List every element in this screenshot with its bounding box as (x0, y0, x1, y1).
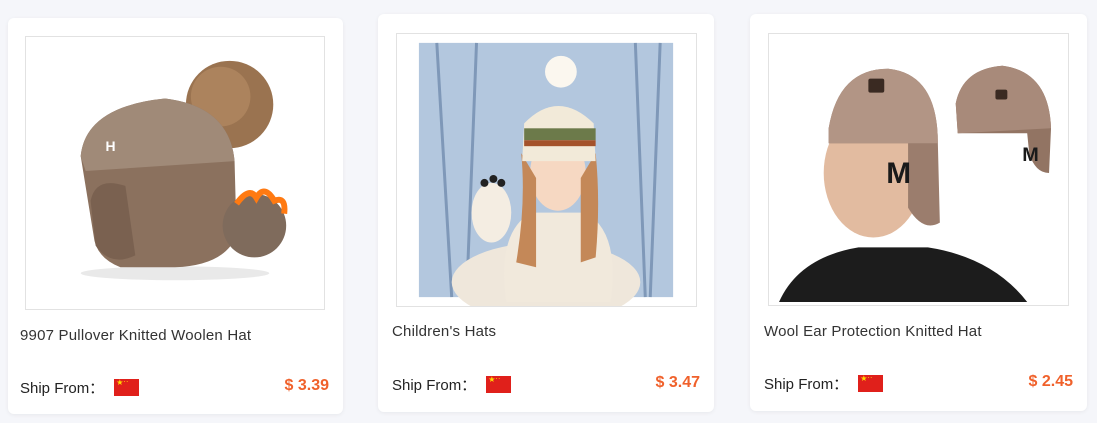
ear-protection-hat-image: M M (779, 65, 1052, 303)
ship-from: Ship From： (20, 377, 140, 398)
product-title[interactable]: Wool Ear Protection Knitted Hat (764, 323, 982, 340)
product-image[interactable]: H (25, 36, 325, 310)
ship-from-label: Ship From： (764, 376, 849, 393)
svg-text:M: M (1022, 144, 1039, 166)
china-flag-icon (114, 377, 140, 396)
svg-text:M: M (886, 157, 911, 190)
product-card[interactable]: H 9907 Pullover Knitted Woolen Hat Ship … (8, 18, 343, 414)
ship-from-label: Ship From： (392, 377, 477, 394)
child-winter-hat-image (418, 42, 674, 306)
china-flag-icon (858, 373, 884, 392)
product-card[interactable]: M M Wool Ear Protection Knitted Hat Ship… (750, 14, 1087, 411)
pompom-knit-hat-image: H (80, 60, 288, 281)
product-image[interactable]: M M (768, 33, 1069, 306)
ship-from: Ship From： (764, 373, 884, 394)
product-title[interactable]: Children's Hats (392, 323, 496, 340)
product-price: $ 2.45 (1028, 373, 1073, 390)
product-title[interactable]: 9907 Pullover Knitted Woolen Hat (20, 327, 251, 344)
product-image[interactable] (396, 33, 697, 307)
china-flag-icon (486, 374, 512, 393)
ship-from-label: Ship From： (20, 380, 105, 397)
ship-from: Ship From： (392, 374, 512, 395)
svg-text:H: H (106, 138, 116, 154)
product-card[interactable]: Children's Hats Ship From： $ 3.47 (378, 14, 714, 412)
product-price: $ 3.47 (655, 374, 700, 391)
product-price: $ 3.39 (284, 377, 329, 394)
